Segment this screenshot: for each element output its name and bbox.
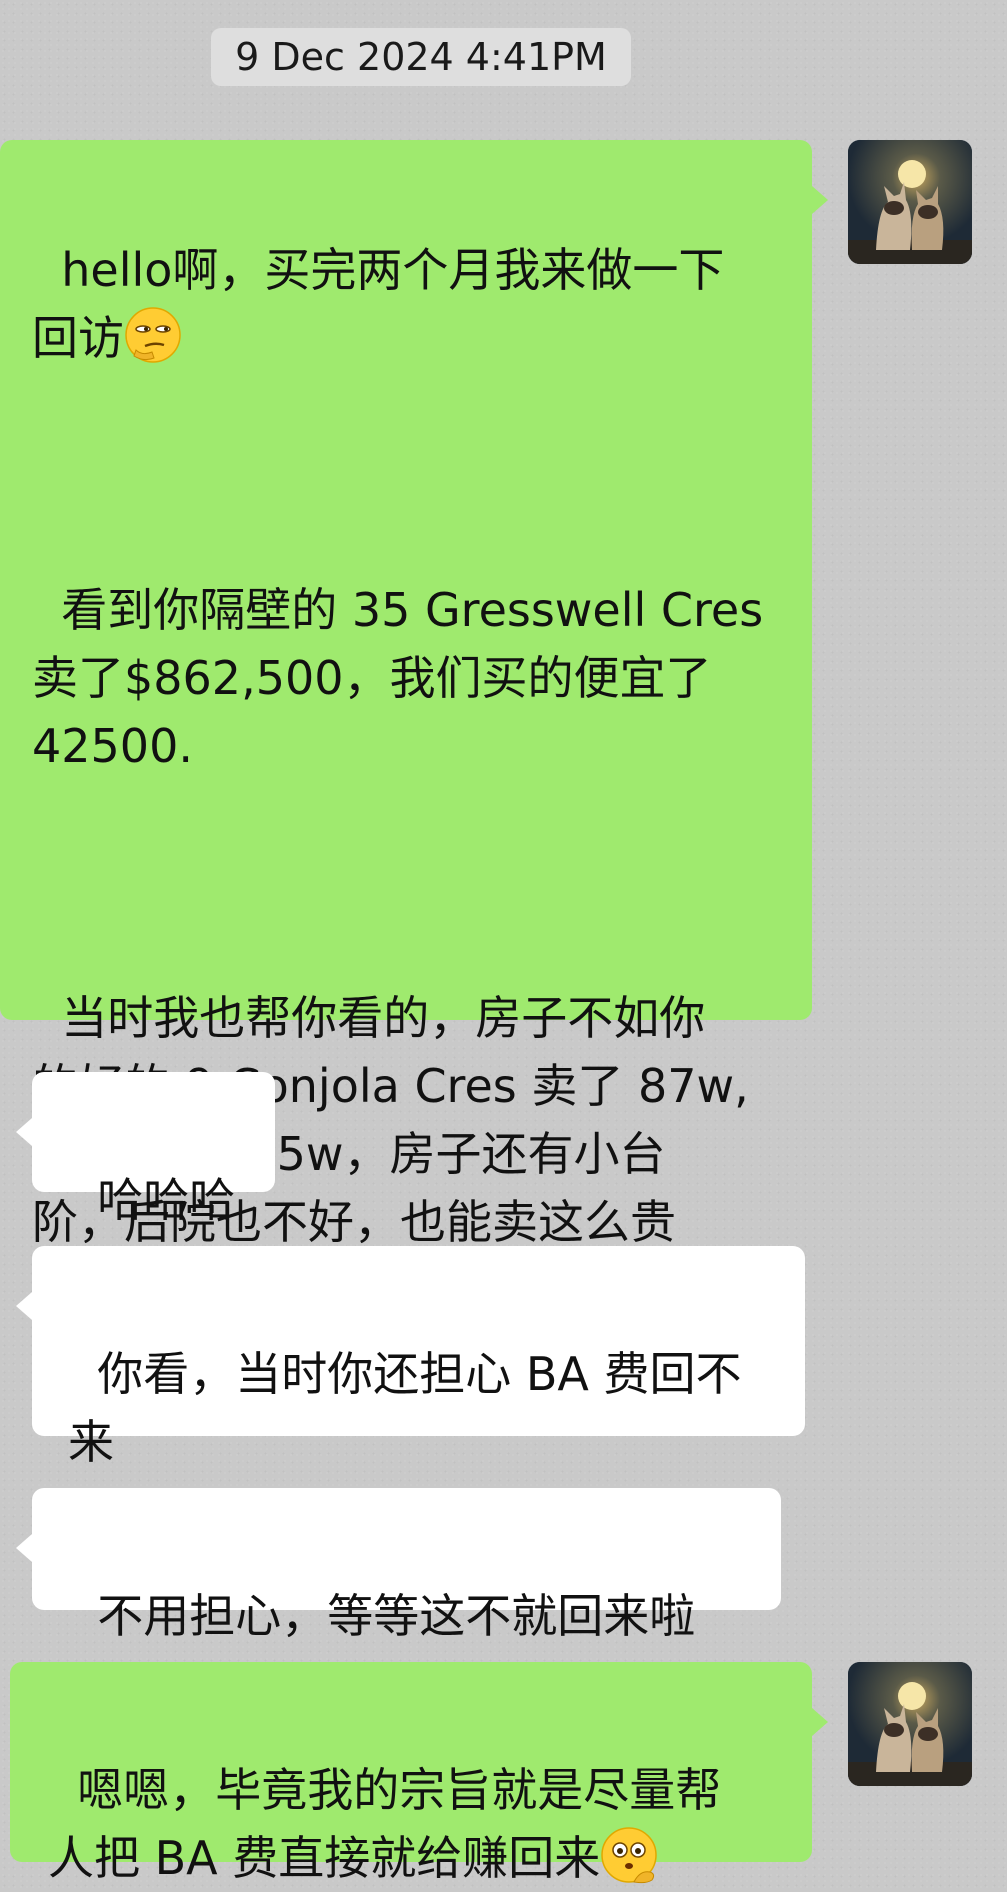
message-bubble-received-2[interactable]: 你看，当时你还担心 BA 费回不 来 <box>32 1246 805 1469</box>
timestamp: 9 Dec 2024 4:41PM <box>211 28 631 86</box>
message-text: 哈哈哈 <box>97 1173 236 1227</box>
smirk-emoji-icon <box>124 306 182 364</box>
bubble-tail <box>812 186 828 214</box>
cats-moon-avatar[interactable] <box>848 1662 972 1786</box>
message-bubble-received-1[interactable]: 哈哈哈 <box>32 1072 275 1227</box>
thinking-face-emoji-icon <box>600 1826 658 1884</box>
bubble-tail <box>16 1118 32 1146</box>
bubble-tail <box>812 1708 828 1736</box>
message-bubble-received-3[interactable]: 不用担心，等等这不就回来啦 <box>32 1488 781 1643</box>
bubble-tail <box>16 1534 32 1562</box>
message-bubble-sent-1[interactable]: hello啊，买完两个月我来做一下 回访 看到你隔壁的 35 Gresswell… <box>0 140 812 1315</box>
message-text-p2: 看到你隔壁的 35 Gresswell Cres 卖了$862,500，我们买的… <box>32 583 764 773</box>
message-bubble-sent-2[interactable]: 嗯嗯，毕竟我的宗旨就是尽量帮 人把 BA 费直接就给赚回来 <box>10 1662 812 1885</box>
cats-moon-avatar[interactable] <box>848 140 972 264</box>
bubble-tail <box>16 1292 32 1320</box>
message-text: 你看，当时你还担心 BA 费回不 来 <box>68 1347 742 1469</box>
message-text: 不用担心，等等这不就回来啦 <box>97 1589 696 1643</box>
